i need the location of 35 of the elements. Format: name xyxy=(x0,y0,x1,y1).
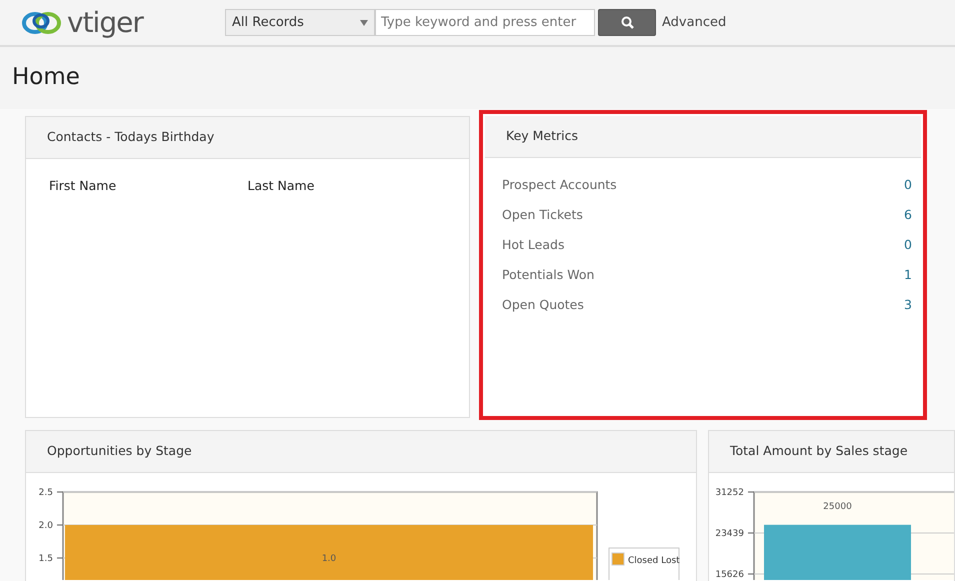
metric-value[interactable]: 1 xyxy=(904,266,912,284)
value-label: 25000 xyxy=(823,502,852,512)
search-field[interactable]: Type keyword and press enter xyxy=(375,9,595,36)
search-icon xyxy=(620,16,634,29)
widget-title: Key Metrics xyxy=(485,116,921,158)
tick-mark xyxy=(56,524,64,526)
axis-label: 23439 xyxy=(715,529,744,539)
column-header: Last Name xyxy=(248,177,316,195)
metric-label: Hot Leads xyxy=(502,236,564,254)
widget-title: Contacts - Todays Birthday xyxy=(26,117,469,159)
axis-label: 2.5 xyxy=(38,488,53,498)
logo-text: vtiger xyxy=(67,8,143,36)
widget-title: Total Amount by Sales stage xyxy=(709,431,954,473)
scope-dropdown[interactable]: All Records xyxy=(225,9,375,36)
metric-value[interactable]: 3 xyxy=(904,296,912,314)
metric-label: Prospect Accounts xyxy=(502,176,617,194)
axis-label: 31252 xyxy=(715,488,744,498)
tick-mark xyxy=(748,532,754,534)
metric-value[interactable]: 0 xyxy=(904,236,912,254)
metric-label: Open Tickets xyxy=(502,206,583,224)
metric-value[interactable]: 0 xyxy=(904,176,912,194)
legend-label: Closed Lost xyxy=(628,556,680,566)
metric-value[interactable]: 6 xyxy=(904,206,912,224)
value-label: 1.0 xyxy=(322,554,336,564)
metric-label: Potentials Won xyxy=(502,266,594,284)
advanced-search-link[interactable]: Advanced xyxy=(662,12,726,32)
metric-label: Open Quotes xyxy=(502,296,584,314)
widget-title: Opportunities by Stage xyxy=(26,431,696,473)
column-header: First Name xyxy=(49,177,118,195)
caret-icon xyxy=(360,20,368,26)
page-title: Home xyxy=(12,64,80,92)
axis-label: 2.0 xyxy=(38,521,53,531)
search-button[interactable] xyxy=(598,9,656,36)
axis-label: 1.5 xyxy=(38,554,53,564)
axis-label: 15626 xyxy=(715,570,744,580)
